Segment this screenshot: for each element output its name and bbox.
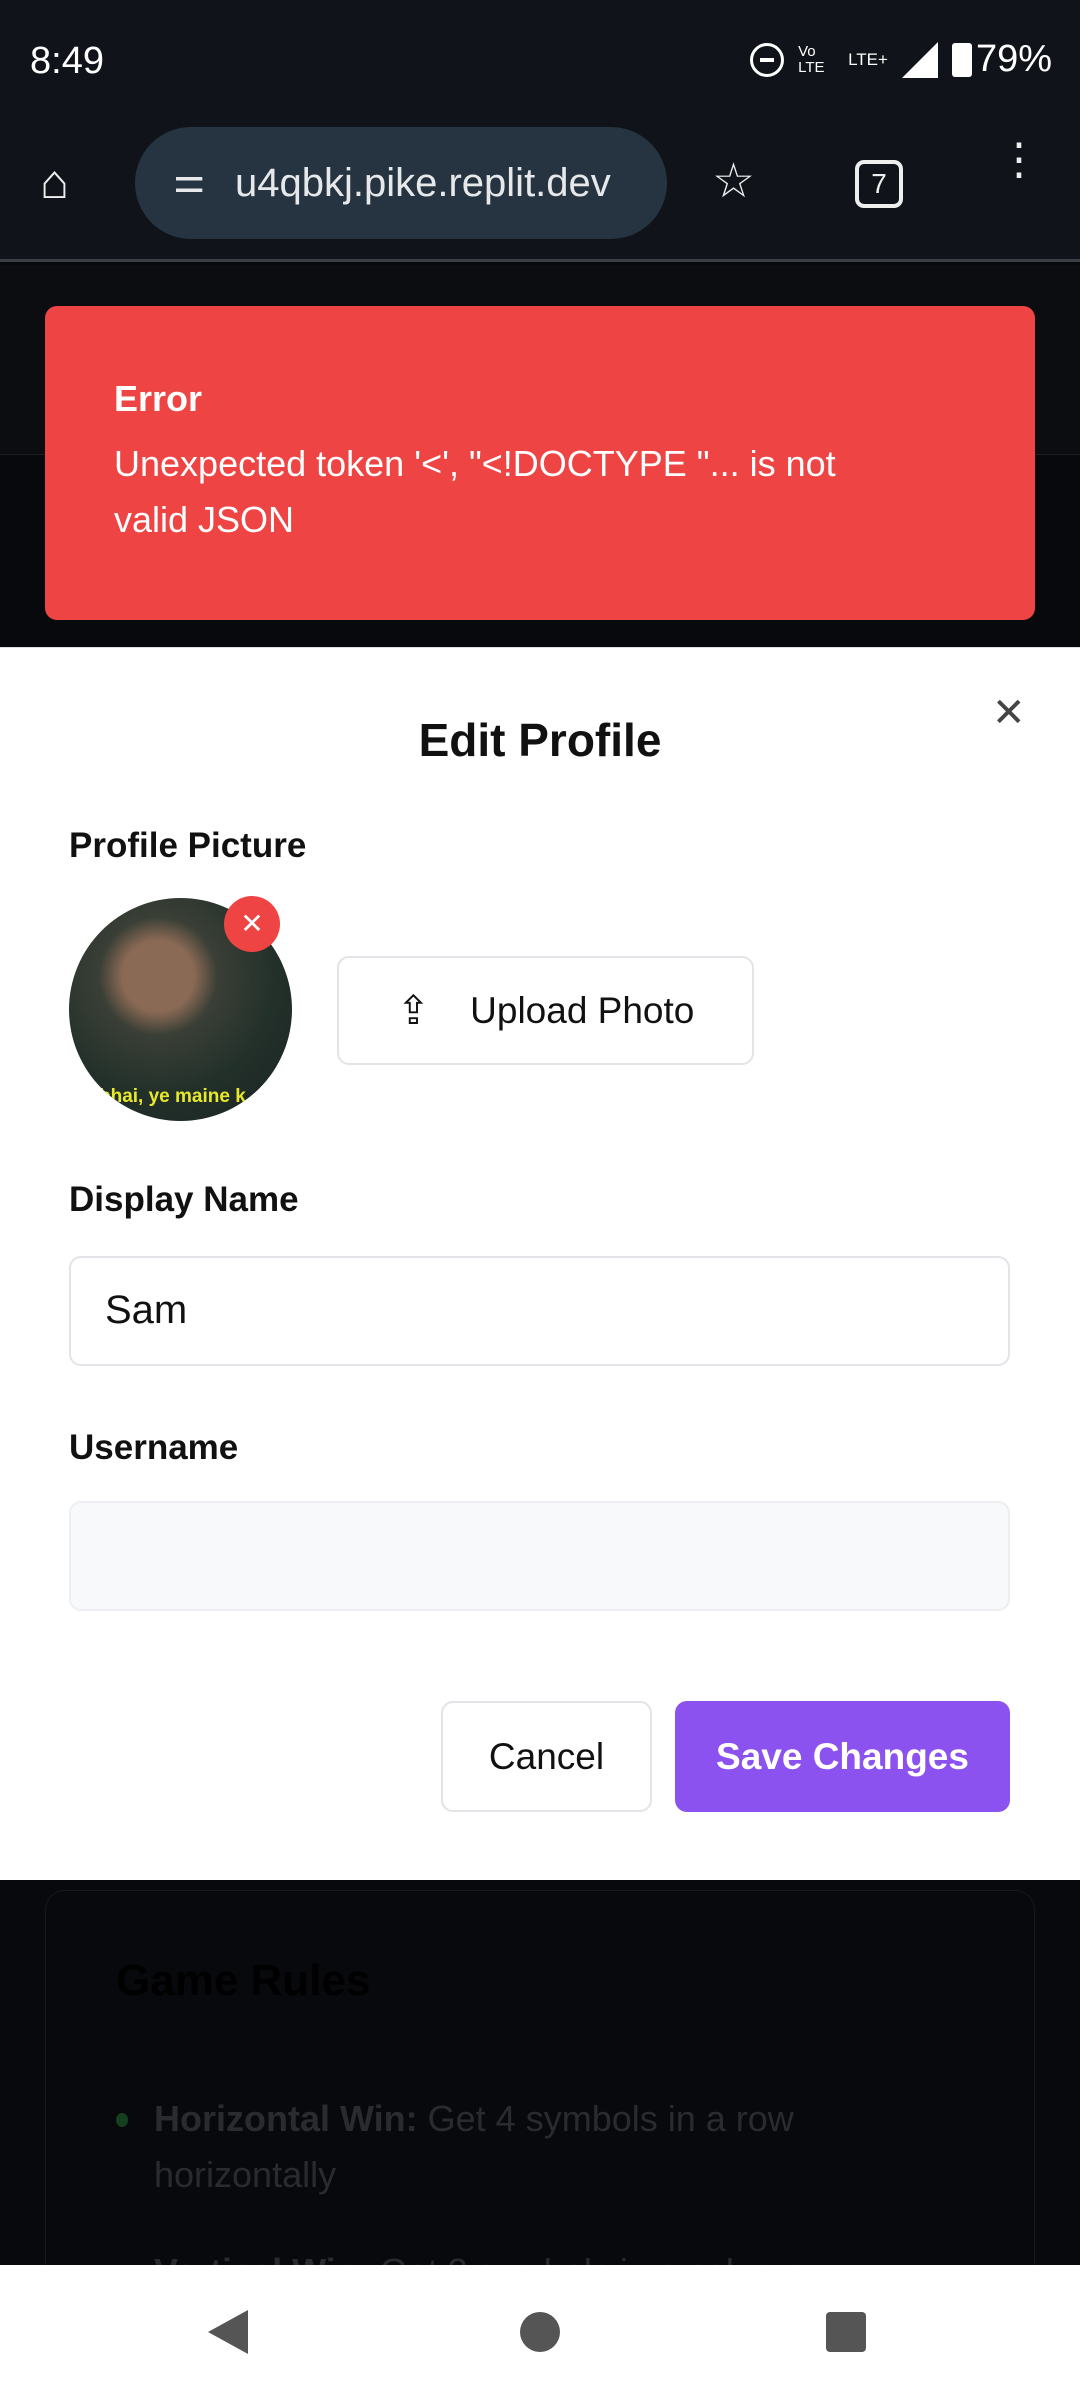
display-name-label: Display Name: [69, 1180, 299, 1219]
error-toast: Error Unexpected token '<', "<!DOCTYPE "…: [45, 306, 1035, 620]
edit-profile-dialog: Edit Profile ✕ Profile Picture bhai, ye …: [0, 647, 1080, 1880]
system-nav-bar: [0, 2265, 1080, 2400]
clock: 8:49: [30, 40, 104, 82]
browser-toolbar: ⌂ ⚌ u4qbkj.pike.replit.dev ☆ 7 ⋮: [0, 120, 1080, 262]
username-label: Username: [69, 1428, 239, 1467]
home-button-icon[interactable]: [520, 2312, 560, 2352]
status-bar: 8:49 Vo LTE LTE+ 79%: [0, 0, 1080, 120]
signal-icon: [901, 41, 938, 78]
dnd-icon: [750, 42, 785, 77]
profile-picture-label: Profile Picture: [69, 826, 307, 865]
bookmark-star-icon[interactable]: ☆: [712, 153, 755, 209]
tabs-button[interactable]: 7: [855, 160, 903, 208]
error-message: Unexpected token '<', "<!DOCTYPE "... is…: [114, 443, 836, 540]
bullet-icon: [116, 2113, 128, 2127]
home-icon[interactable]: ⌂: [40, 155, 69, 210]
cancel-button[interactable]: Cancel: [441, 1701, 652, 1812]
url-text: u4qbkj.pike.replit.dev: [235, 160, 611, 205]
avatar-caption: bhai, ye maine k: [99, 1086, 246, 1107]
battery-icon: [951, 42, 972, 77]
site-settings-icon[interactable]: ⚌: [173, 159, 205, 201]
upload-icon: ⇪: [396, 988, 431, 1033]
more-menu-icon[interactable]: ⋮: [997, 138, 1041, 182]
back-icon[interactable]: [208, 2310, 248, 2354]
card-title: Game Rules: [116, 1956, 371, 2005]
remove-photo-button[interactable]: ✕: [224, 896, 280, 952]
network-icon: LTE+: [848, 49, 888, 69]
close-icon[interactable]: ✕: [992, 690, 1026, 736]
volte-icon: Vo LTE: [798, 42, 825, 76]
upload-photo-button[interactable]: ⇪ Upload Photo: [337, 956, 754, 1065]
dialog-title: Edit Profile: [418, 714, 662, 766]
error-title: Error: [114, 378, 203, 419]
battery-level: 79%: [975, 38, 1052, 80]
address-bar[interactable]: ⚌ u4qbkj.pike.replit.dev: [135, 127, 667, 239]
username-input[interactable]: [69, 1501, 1010, 1611]
save-changes-button[interactable]: Save Changes: [675, 1701, 1010, 1812]
rule-item: Horizontal Win: Get 4 symbols in a row h…: [116, 2091, 916, 2203]
recents-icon[interactable]: [826, 2312, 866, 2352]
display-name-input[interactable]: Sam: [69, 1256, 1010, 1366]
